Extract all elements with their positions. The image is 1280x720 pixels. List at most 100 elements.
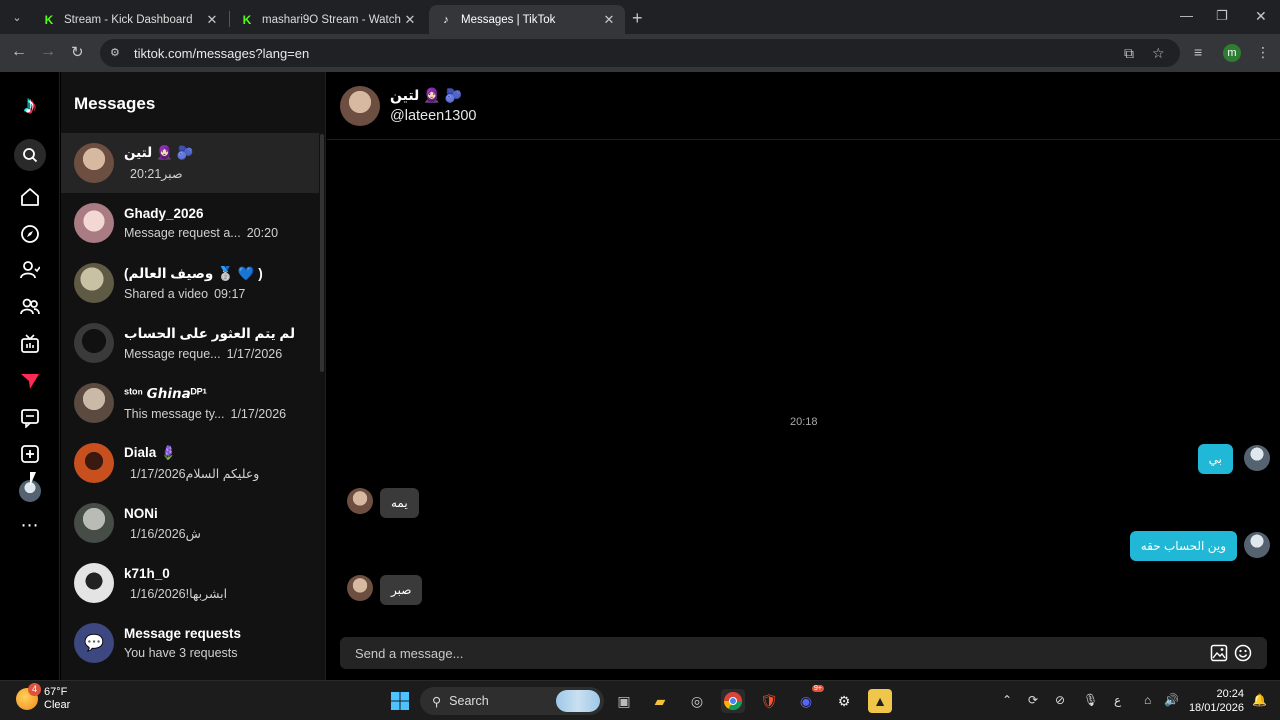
conversation-name: NONi xyxy=(124,505,158,521)
tiktok-app: ♪ ⋯ Messages لتين 🧕🏻 🫐 صبر20:21 Ghady_20… xyxy=(0,72,1280,680)
forward-button[interactable]: → xyxy=(40,43,56,61)
reload-button[interactable]: ↻ xyxy=(71,43,84,61)
message-requests-item[interactable]: 💬 Message requests You have 3 requests xyxy=(61,613,319,673)
address-bar[interactable]: ⚙ tiktok.com/messages?lang=en ⧉ ☆ xyxy=(100,39,1180,67)
tab-tiktok-messages[interactable]: ♪ Messages | TikTok ✕ xyxy=(429,5,625,34)
search-highlight-image xyxy=(556,690,600,712)
system-clock[interactable]: 20:24 18/01/2026 xyxy=(1188,687,1244,715)
friends-icon[interactable] xyxy=(18,295,42,319)
conversation-preview: Shared a video xyxy=(124,286,209,301)
emoji-icon[interactable] xyxy=(1234,644,1252,662)
tab-kick-stream[interactable]: K mashari9O Stream - Watch Live ✕ xyxy=(230,5,426,34)
menu-kebab-icon[interactable]: ⋮ xyxy=(1256,44,1270,61)
message-composer xyxy=(340,637,1267,669)
upload-plus-icon[interactable] xyxy=(18,442,42,466)
home-icon[interactable] xyxy=(18,185,42,209)
tab-title: mashari9O Stream - Watch Live xyxy=(262,13,402,26)
chat-contact-handle[interactable]: @lateen1300 xyxy=(390,108,476,124)
avatar xyxy=(74,263,114,303)
back-button[interactable]: ← xyxy=(11,43,27,61)
weather-description: Clear xyxy=(44,699,71,711)
conversation-item[interactable]: k71h_0 ابشربها!1/16/2026 xyxy=(61,553,319,613)
chat-header: لتين 🧕🏻 🫐 @lateen1300 xyxy=(327,72,1280,140)
chat-contact-name[interactable]: لتين 🧕🏻 🫐 xyxy=(390,87,462,104)
profile-avatar[interactable]: m xyxy=(1223,44,1241,62)
activity-inbox-icon[interactable] xyxy=(18,406,42,430)
messages-plane-icon[interactable] xyxy=(18,369,42,393)
conversation-time: 20:20 xyxy=(246,226,279,240)
tab-kick-dashboard[interactable]: K Stream - Kick Dashboard ✕ xyxy=(32,5,228,34)
conversation-item[interactable]: لتين 🧕🏻 🫐 صبر20:21 xyxy=(61,133,319,193)
clock-date: 18/01/2026 xyxy=(1188,702,1244,714)
close-window-button[interactable]: ✕ xyxy=(1255,8,1267,25)
windows-start-icon[interactable] xyxy=(388,689,412,713)
close-icon[interactable]: ✕ xyxy=(402,12,418,28)
taskbar-search[interactable]: ⚲ Search xyxy=(420,687,604,715)
tab-search-button[interactable]: ⌄ xyxy=(6,7,28,27)
install-app-icon[interactable]: ⧉ xyxy=(1124,39,1134,67)
bookmark-star-icon[interactable]: ☆ xyxy=(1152,39,1165,67)
minimize-button[interactable]: — xyxy=(1180,8,1193,23)
conversation-preview: Message reque... xyxy=(124,346,221,361)
avatar xyxy=(74,443,114,483)
message-bubble-sent: وين الحساب حقه xyxy=(1129,531,1237,561)
conversation-name: ˢᵗᵒⁿ 𝙂𝙝𝙞𝙣𝙖ᴰᴾ¹ xyxy=(124,385,207,401)
scrollbar[interactable] xyxy=(320,134,324,372)
requests-subtitle: You have 3 requests xyxy=(124,646,238,660)
volume-icon[interactable]: 🔊 xyxy=(1164,693,1179,707)
site-settings-icon[interactable]: ⚙ xyxy=(110,46,124,60)
conversation-item[interactable]: Diala 🪻 وعليكم السلام1/17/2026 xyxy=(61,433,319,493)
browser-tab-bar: ⌄ K Stream - Kick Dashboard ✕ K mashari9… xyxy=(0,0,1280,34)
chat-panel: لتين 🧕🏻 🫐 @lateen1300 20:18 بي يمه وين ا… xyxy=(327,72,1280,680)
search-label: Search xyxy=(449,694,489,708)
discord-icon[interactable]: ◉ 9+ xyxy=(794,685,824,713)
obs-icon[interactable]: ◎ xyxy=(685,689,709,713)
message-bubble-received: صبر xyxy=(380,575,423,605)
conversation-time: 1/17/2026 xyxy=(230,406,287,421)
avatar[interactable] xyxy=(340,86,380,126)
microphone-icon[interactable]: 🎙 xyxy=(1083,693,1098,707)
network-off-icon[interactable]: ⊘ xyxy=(1055,693,1065,707)
chevron-up-icon[interactable]: ⌃ xyxy=(1002,693,1012,707)
live-tv-icon[interactable] xyxy=(18,332,42,356)
conversation-time: 1/17/2026 xyxy=(130,467,186,481)
new-tab-button[interactable]: + xyxy=(632,8,643,29)
search-icon: ⚲ xyxy=(432,694,442,709)
media-controls-icon[interactable]: ≡ xyxy=(1194,44,1202,60)
sync-icon[interactable]: ⟳ xyxy=(1028,693,1038,707)
conversation-item[interactable]: لم يتم العثور على الحساب Message reque..… xyxy=(61,313,319,373)
conversation-name: k71h_0 xyxy=(124,565,170,581)
conversation-name: Diala 🪻 xyxy=(124,445,177,460)
conversation-list: Messages لتين 🧕🏻 🫐 صبر20:21 Ghady_2026 M… xyxy=(61,72,326,680)
close-icon[interactable]: ✕ xyxy=(204,12,220,28)
notification-bell-icon[interactable]: 🔔 xyxy=(1252,693,1267,707)
message-input[interactable] xyxy=(340,637,1190,669)
app-icon[interactable]: ▲ xyxy=(868,689,892,713)
clock-time: 20:24 xyxy=(1216,688,1244,700)
more-dots-icon[interactable]: ⋯ xyxy=(18,513,42,537)
conversation-item[interactable]: ˢᵗᵒⁿ 𝙂𝙝𝙞𝙣𝙖ᴰᴾ¹ This message ty... 1/17/202… xyxy=(61,373,319,433)
conversation-item[interactable]: NONi ش1/16/2026 xyxy=(61,493,319,553)
search-button[interactable] xyxy=(14,139,46,171)
conversation-item[interactable]: (وصيف العالم 🥈 💙 ) Shared a video 09:17 xyxy=(61,253,319,313)
chrome-icon[interactable] xyxy=(721,689,745,713)
close-icon[interactable]: ✕ xyxy=(601,12,617,28)
maximize-button[interactable]: ❐ xyxy=(1216,8,1228,24)
input-language[interactable]: ع xyxy=(1114,693,1121,707)
following-icon[interactable] xyxy=(18,258,42,282)
conversation-item[interactable]: Ghady_2026 Message request a... 20:20 xyxy=(61,193,319,253)
message-bubble-received: يمه xyxy=(380,488,419,518)
message-timestamp: 20:18 xyxy=(790,416,818,428)
steam-icon[interactable]: ⚙ xyxy=(832,689,856,713)
image-upload-icon[interactable] xyxy=(1210,644,1228,662)
explore-compass-icon[interactable] xyxy=(18,222,42,246)
requests-title: Message requests xyxy=(124,626,242,641)
avatar xyxy=(1244,532,1270,558)
file-explorer-icon[interactable]: ▰ xyxy=(648,689,672,713)
brave-icon[interactable]: 🛡 xyxy=(757,689,781,713)
conversation-time: 20:21 xyxy=(130,167,162,181)
weather-widget[interactable]: 4 67°F Clear xyxy=(16,683,71,712)
wifi-icon[interactable]: ⌂ xyxy=(1144,693,1151,707)
tiktok-logo-icon[interactable]: ♪ xyxy=(17,92,43,120)
task-view-icon[interactable]: ▣ xyxy=(612,689,636,713)
